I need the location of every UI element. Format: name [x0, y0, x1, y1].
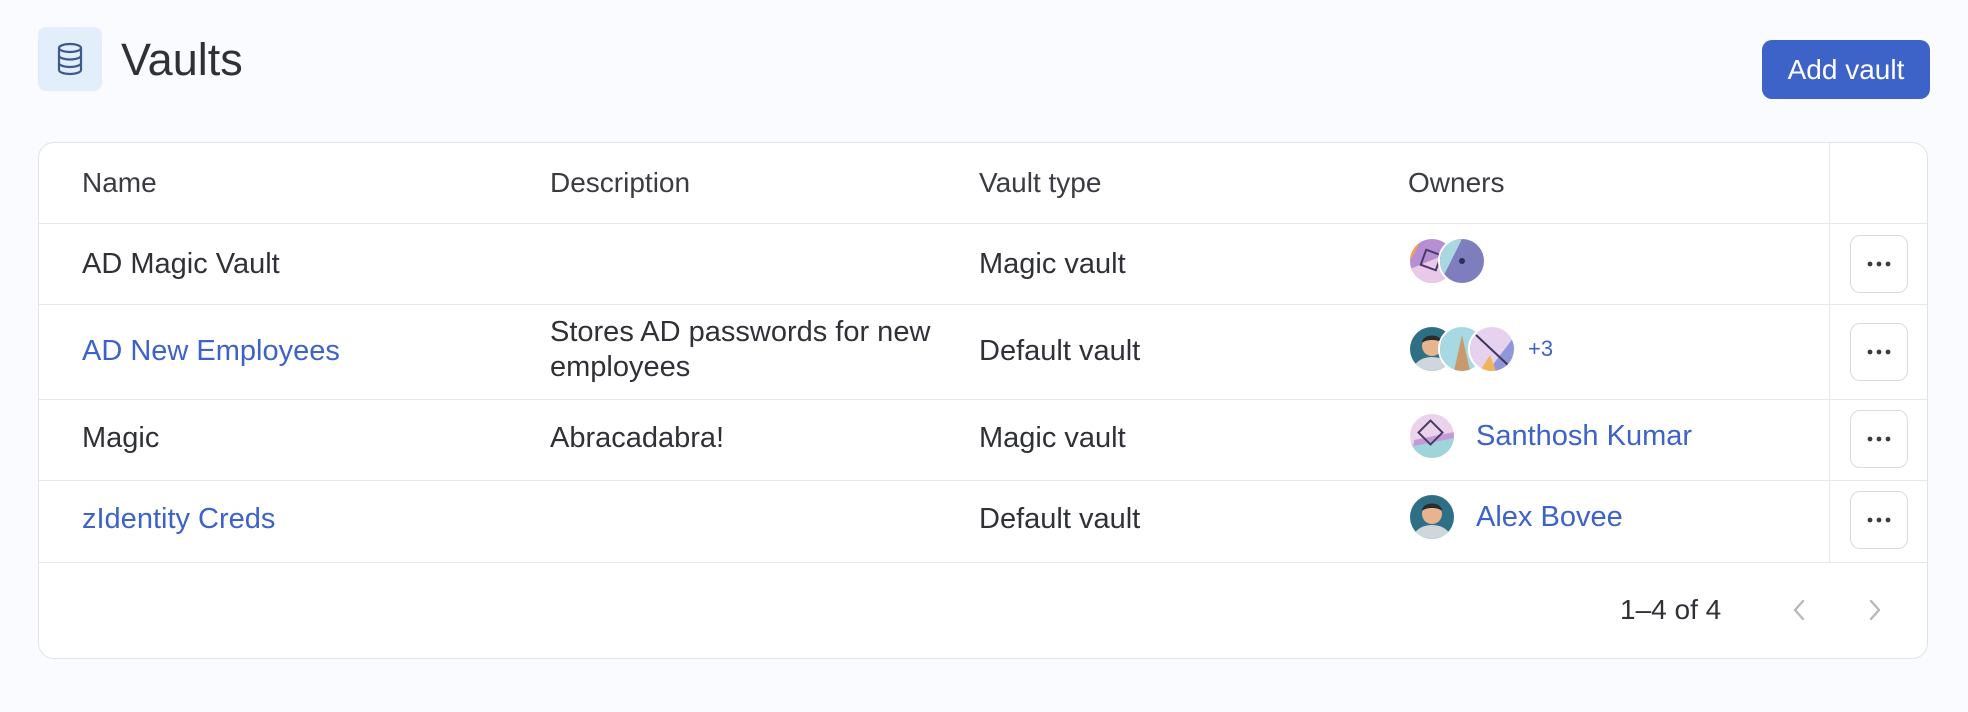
owners-avatar-group[interactable]: [1408, 237, 1486, 285]
row-actions-button[interactable]: [1850, 323, 1908, 381]
column-header-vault-type[interactable]: Vault type: [979, 161, 1101, 205]
vault-type: Default vault: [979, 503, 1141, 535]
vault-type: Magic vault: [979, 422, 1126, 454]
chevron-right-icon: [1869, 599, 1881, 621]
row-divider: [39, 480, 1927, 481]
vaults-page: Vaults Add vault Name Description Vault …: [0, 0, 1968, 712]
avatar: [1468, 325, 1516, 373]
vault-name[interactable]: AD Magic Vault: [82, 247, 280, 282]
actions-column-divider: [1829, 143, 1830, 562]
more-horizontal-icon: [1867, 517, 1891, 523]
avatar: [1408, 412, 1456, 460]
more-horizontal-icon: [1867, 261, 1891, 267]
vault-type: Magic vault: [979, 248, 1126, 280]
more-horizontal-icon: [1867, 349, 1891, 355]
page-title: Vaults: [121, 34, 243, 85]
row-divider: [39, 399, 1927, 400]
column-header-description[interactable]: Description: [550, 161, 690, 205]
owner-name-link[interactable]: Santhosh Kumar: [1476, 420, 1692, 453]
add-vault-button[interactable]: Add vault: [1762, 40, 1930, 99]
pagination-range: 1–4 of 4: [1620, 594, 1722, 625]
vault-name[interactable]: Magic: [82, 421, 159, 456]
more-owners-count[interactable]: +3: [1528, 336, 1553, 362]
database-icon: [38, 27, 102, 91]
vault-description: Stores AD passwords for new employees: [550, 316, 931, 383]
column-header-owners[interactable]: Owners: [1408, 161, 1504, 205]
owner-entry[interactable]: Santhosh Kumar: [1408, 412, 1692, 460]
vault-name-link[interactable]: AD New Employees: [82, 334, 340, 369]
previous-page-button[interactable]: [1781, 592, 1817, 628]
next-page-button[interactable]: [1857, 592, 1893, 628]
avatar: [1408, 493, 1456, 541]
vaults-table: Name Description Vault type Owners AD Ma…: [38, 142, 1928, 659]
more-horizontal-icon: [1867, 436, 1891, 442]
vault-name-link[interactable]: zIdentity Creds: [82, 502, 275, 537]
column-header-name[interactable]: Name: [82, 161, 157, 205]
row-actions-button[interactable]: [1850, 410, 1908, 468]
avatar: [1438, 237, 1486, 285]
vault-type: Default vault: [979, 335, 1141, 367]
owners-avatar-group[interactable]: +3: [1408, 325, 1553, 373]
row-divider: [39, 223, 1927, 224]
table-footer-divider: [39, 562, 1927, 563]
row-actions-button[interactable]: [1850, 491, 1908, 549]
owner-name-link[interactable]: Alex Bovee: [1476, 501, 1623, 534]
row-actions-button[interactable]: [1850, 235, 1908, 293]
vault-description: Abracadabra!: [550, 422, 725, 454]
chevron-left-icon: [1793, 599, 1805, 621]
owner-entry[interactable]: Alex Bovee: [1408, 493, 1623, 541]
row-divider: [39, 304, 1927, 305]
